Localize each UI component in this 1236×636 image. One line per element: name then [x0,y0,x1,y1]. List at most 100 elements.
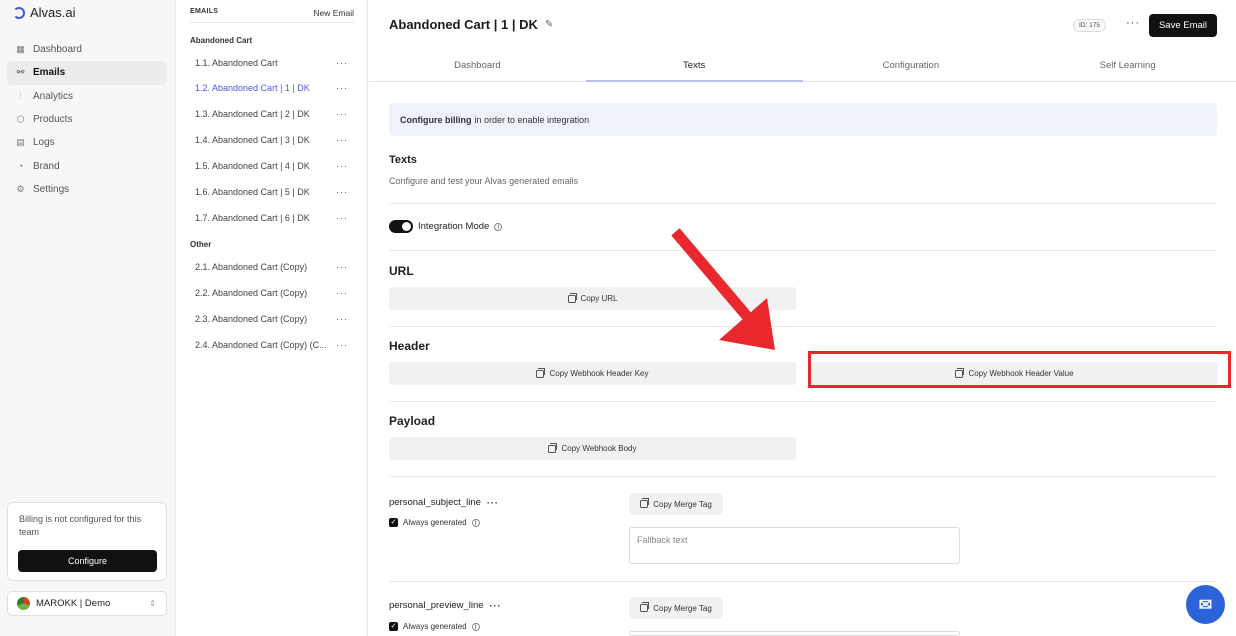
id-badge: ID: 175 [1073,19,1106,32]
more-icon[interactable]: ··· [336,288,354,298]
email-list-item[interactable]: 2.1. Abandoned Cart (Copy) ··· [190,257,354,277]
copy-merge-tag-label: Copy Merge Tag [653,499,712,509]
save-email-button[interactable]: Save Email [1149,14,1217,37]
more-icon[interactable]: ··· [336,213,354,223]
banner-link[interactable]: Configure billing [400,115,472,125]
copy-webhook-body-button[interactable]: Copy Webhook Body [389,437,796,460]
copy-icon [548,442,558,453]
sidebar: Alvas.ai ▦ Dashboard ⚯ Emails ⫶ Analytic… [0,0,176,636]
sidebar-item-logs[interactable]: ▤ Logs [7,131,167,154]
palette-icon: ◔ [17,160,24,171]
divider [389,250,1217,251]
copy-merge-tag-button[interactable]: Copy Merge Tag [629,597,723,619]
sidebar-item-settings[interactable]: ⚙ Settings [7,178,167,201]
always-generated-checkbox[interactable]: ✓ [389,518,398,527]
team-selector[interactable]: MAROKK | Demo ⇕ [7,591,167,616]
copy-header-key-label: Copy Webhook Header Key [549,369,649,378]
email-list-item[interactable]: 1.1. Abandoned Cart ··· [190,53,354,73]
divider [389,326,1217,327]
emails-panel-header: EMAILS New Email [190,8,354,23]
email-list-item[interactable]: 1.4. Abandoned Cart | 3 | DK ··· [190,130,354,150]
email-list-item[interactable]: 1.7. Abandoned Cart | 6 | DK ··· [190,208,354,228]
email-list-item[interactable]: 2.4. Abandoned Cart (Copy) (C... ··· [190,335,354,355]
fallback-text-input[interactable]: Fallback text [629,527,960,564]
logs-icon: ▤ [16,137,25,148]
more-icon[interactable]: ··· [490,601,502,611]
copy-merge-tag-button[interactable]: Copy Merge Tag [629,493,723,515]
support-chat-button[interactable]: ✉ [1186,585,1225,624]
email-list-item-active[interactable]: 1.2. Abandoned Cart | 1 | DK ··· [190,78,354,98]
more-icon[interactable]: ··· [336,135,354,145]
more-icon[interactable]: ··· [336,58,354,68]
copy-webhook-header-key-button[interactable]: Copy Webhook Header Key [389,362,796,385]
tab-texts[interactable]: Texts [585,54,803,82]
more-icon[interactable]: ··· [336,314,354,324]
always-generated-checkbox[interactable]: ✓ [389,622,398,631]
email-list-item[interactable]: 1.6. Abandoned Cart | 5 | DK ··· [190,182,354,202]
email-list-item[interactable]: 2.3. Abandoned Cart (Copy) ··· [190,309,354,329]
sidebar-item-dashboard[interactable]: ▦ Dashboard [7,38,167,61]
sidebar-item-analytics[interactable]: ⫶ Analytics [7,85,167,108]
copy-icon [640,498,650,508]
sidebar-item-products[interactable]: ⬡ Products [7,108,167,131]
chevron-updown-icon: ⇕ [149,599,156,608]
payload-section-title: Payload [389,414,436,428]
brand-name: Alvas.ai [30,5,76,20]
divider [389,581,1217,582]
sidebar-item-brand[interactable]: ◔ Brand [7,154,167,177]
tab-configuration[interactable]: Configuration [803,54,1020,81]
pencil-icon[interactable]: ✎ [545,19,553,30]
always-generated-label: Always generated [403,518,467,527]
configure-button[interactable]: Configure [18,550,157,572]
more-icon[interactable]: ··· [487,498,499,508]
tab-dashboard[interactable]: Dashboard [369,54,586,81]
fallback-text-input[interactable] [629,631,960,636]
gear-icon: ⚙ [16,183,25,194]
email-item-label: 1.7. Abandoned Cart | 6 | DK [195,213,310,223]
email-item-label: 1.1. Abandoned Cart [195,58,278,68]
info-icon[interactable]: i [494,222,503,231]
sidebar-item-label: Brand [33,160,60,172]
brand-logo[interactable]: Alvas.ai [13,5,76,20]
integration-mode-toggle[interactable] [389,220,413,233]
red-arrow-annotation [671,228,775,350]
more-icon[interactable]: ··· [336,187,354,197]
grid-icon: ▦ [16,44,25,55]
bar-chart-icon: ⫶ [19,90,22,101]
more-icon[interactable]: ··· [336,109,354,119]
divider [389,401,1217,402]
field-name-label: personal_preview_line [389,600,484,611]
billing-notice-card: Billing is not configured for this team … [7,502,167,581]
copy-icon [640,602,650,612]
info-icon[interactable]: i [471,518,480,527]
chat-icon: ✉ [1198,596,1213,614]
email-item-label: 1.5. Abandoned Cart | 4 | DK [195,161,310,171]
box-icon: ⬡ [16,114,25,125]
more-options-button[interactable]: ··· [1126,17,1140,29]
logo-icon [13,6,25,19]
info-icon[interactable]: i [471,622,480,631]
tab-self-learning[interactable]: Self Learning [1019,54,1236,81]
field-name: personal_preview_line ··· [389,600,502,611]
more-icon[interactable]: ··· [336,340,354,350]
tab-bar: Dashboard Texts Configuration Self Learn… [369,54,1236,82]
always-generated-row: ✓ Always generated i [389,622,480,631]
copy-icon [536,367,546,378]
email-list-item[interactable]: 2.2. Abandoned Cart (Copy) ··· [190,283,354,303]
email-list-item[interactable]: 1.5. Abandoned Cart | 4 | DK ··· [190,156,354,176]
url-section-title: URL [389,264,414,278]
copy-icon [567,292,577,303]
email-list-item[interactable]: 1.3. Abandoned Cart | 2 | DK ··· [190,104,354,124]
new-email-button[interactable]: New Email [313,8,354,22]
field-name: personal_subject_line ··· [389,497,499,508]
more-icon[interactable]: ··· [336,262,354,272]
billing-banner: Configure billing in order to enable int… [389,103,1217,136]
always-generated-row: ✓ Always generated i [389,518,480,527]
sidebar-item-label: Products [33,114,73,126]
sidebar-item-emails[interactable]: ⚯ Emails [7,61,167,85]
more-icon[interactable]: ··· [336,161,354,171]
more-icon[interactable]: ··· [336,83,354,93]
share-icon: ⚯ [16,67,25,78]
copy-url-label: Copy URL [580,294,618,303]
field-name-label: personal_subject_line [389,497,481,508]
